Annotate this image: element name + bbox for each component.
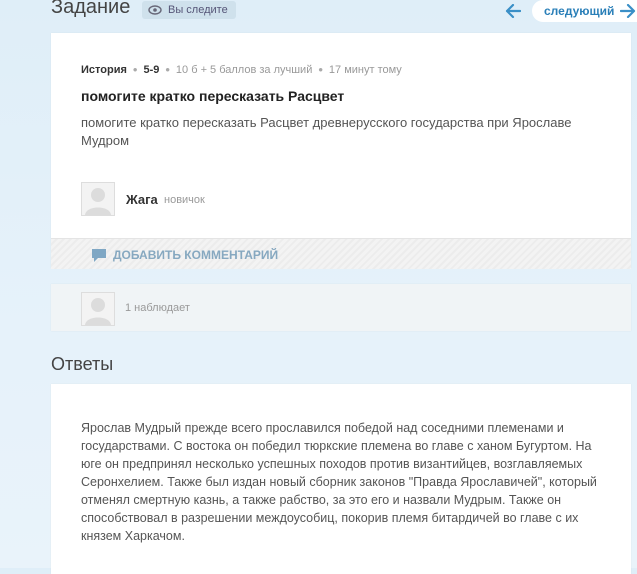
next-label: следующий — [544, 4, 615, 18]
speech-bubble-icon — [92, 249, 106, 262]
page-title: Задание — [51, 0, 131, 18]
watchers-card: 1 наблюдает — [51, 284, 631, 331]
meta-separator: • — [165, 62, 170, 77]
answer-text: Ярослав Мудрый прежде всего прославился … — [81, 421, 597, 543]
arrow-right-icon — [620, 4, 636, 18]
question-text: помогите кратко пересказать Расцвет древ… — [81, 115, 572, 148]
add-comment-label: ДОБАВИТЬ КОММЕНТАРИЙ — [113, 248, 279, 262]
add-comment-button[interactable]: ДОБАВИТЬ КОММЕНТАРИЙ — [91, 247, 278, 263]
watcher-avatar[interactable] — [81, 292, 115, 326]
answers-heading: Ответы — [51, 354, 114, 374]
watchers-count: 1 наблюдает — [125, 302, 190, 314]
task-subject[interactable]: История — [81, 64, 127, 76]
meta-separator: • — [132, 62, 138, 77]
task-meta: История • 5-9 • 10 б + 5 баллов за лучши… — [81, 62, 402, 77]
prev-task-button[interactable] — [503, 1, 523, 21]
question-title: помогите кратко пересказать Расцвет — [81, 88, 345, 104]
user-silhouette-icon — [82, 293, 114, 325]
user-silhouette-icon — [82, 183, 114, 215]
task-time: 17 минут тому — [328, 63, 402, 76]
author-rank: новичок — [164, 194, 205, 206]
eye-icon — [148, 5, 162, 15]
task-grade[interactable]: 5-9 — [143, 64, 159, 76]
arrow-left-icon — [505, 4, 521, 18]
author-avatar[interactable] — [81, 182, 115, 216]
task-points: 10 б + 5 баллов за лучший — [175, 63, 313, 76]
follow-badge[interactable]: Вы следите — [142, 1, 236, 19]
comment-bar: ДОБАВИТЬ КОММЕНТАРИЙ — [51, 238, 631, 269]
next-task-button[interactable]: следующий — [532, 0, 637, 22]
answer-card: Ярослав Мудрый прежде всего прославился … — [51, 384, 631, 574]
meta-separator: • — [318, 62, 323, 77]
author-name[interactable]: Жага — [126, 192, 158, 207]
follow-label: Вы следите — [168, 4, 228, 16]
task-card: История • 5-9 • 10 б + 5 баллов за лучши… — [51, 33, 631, 269]
